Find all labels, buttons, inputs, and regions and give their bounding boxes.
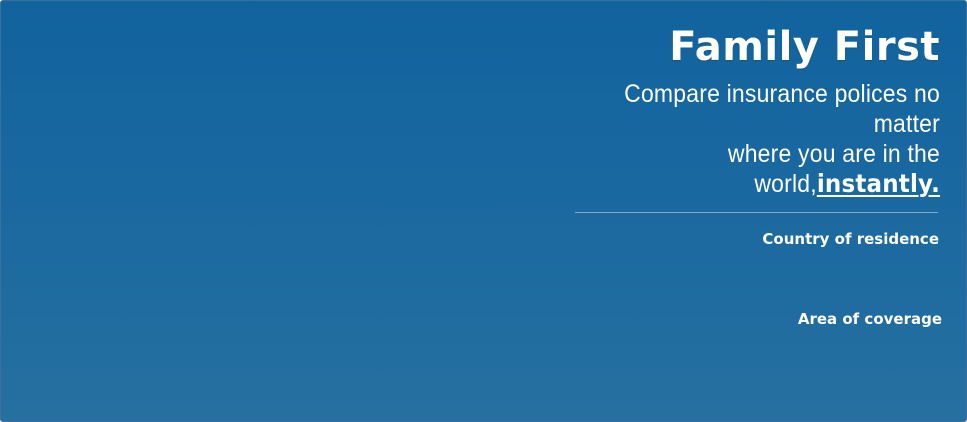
banner-content: Family First Compare insurance polices n…: [520, 23, 942, 328]
banner-subtitle: Compare insurance polices no matter wher…: [554, 79, 940, 199]
subtitle-emphasis: instantly.: [816, 169, 940, 198]
banner-title: Family First: [669, 24, 940, 70]
area-of-coverage-label: Area of coverage: [797, 310, 942, 328]
hero-banner: Family First Compare insurance polices n…: [0, 0, 967, 422]
divider: [575, 212, 938, 213]
subtitle-line-1: Compare insurance polices no matter: [624, 80, 940, 138]
country-of-residence-label: Country of residence: [762, 230, 939, 248]
subtitle-line-2: where you are in the world,instantly.: [554, 139, 940, 199]
